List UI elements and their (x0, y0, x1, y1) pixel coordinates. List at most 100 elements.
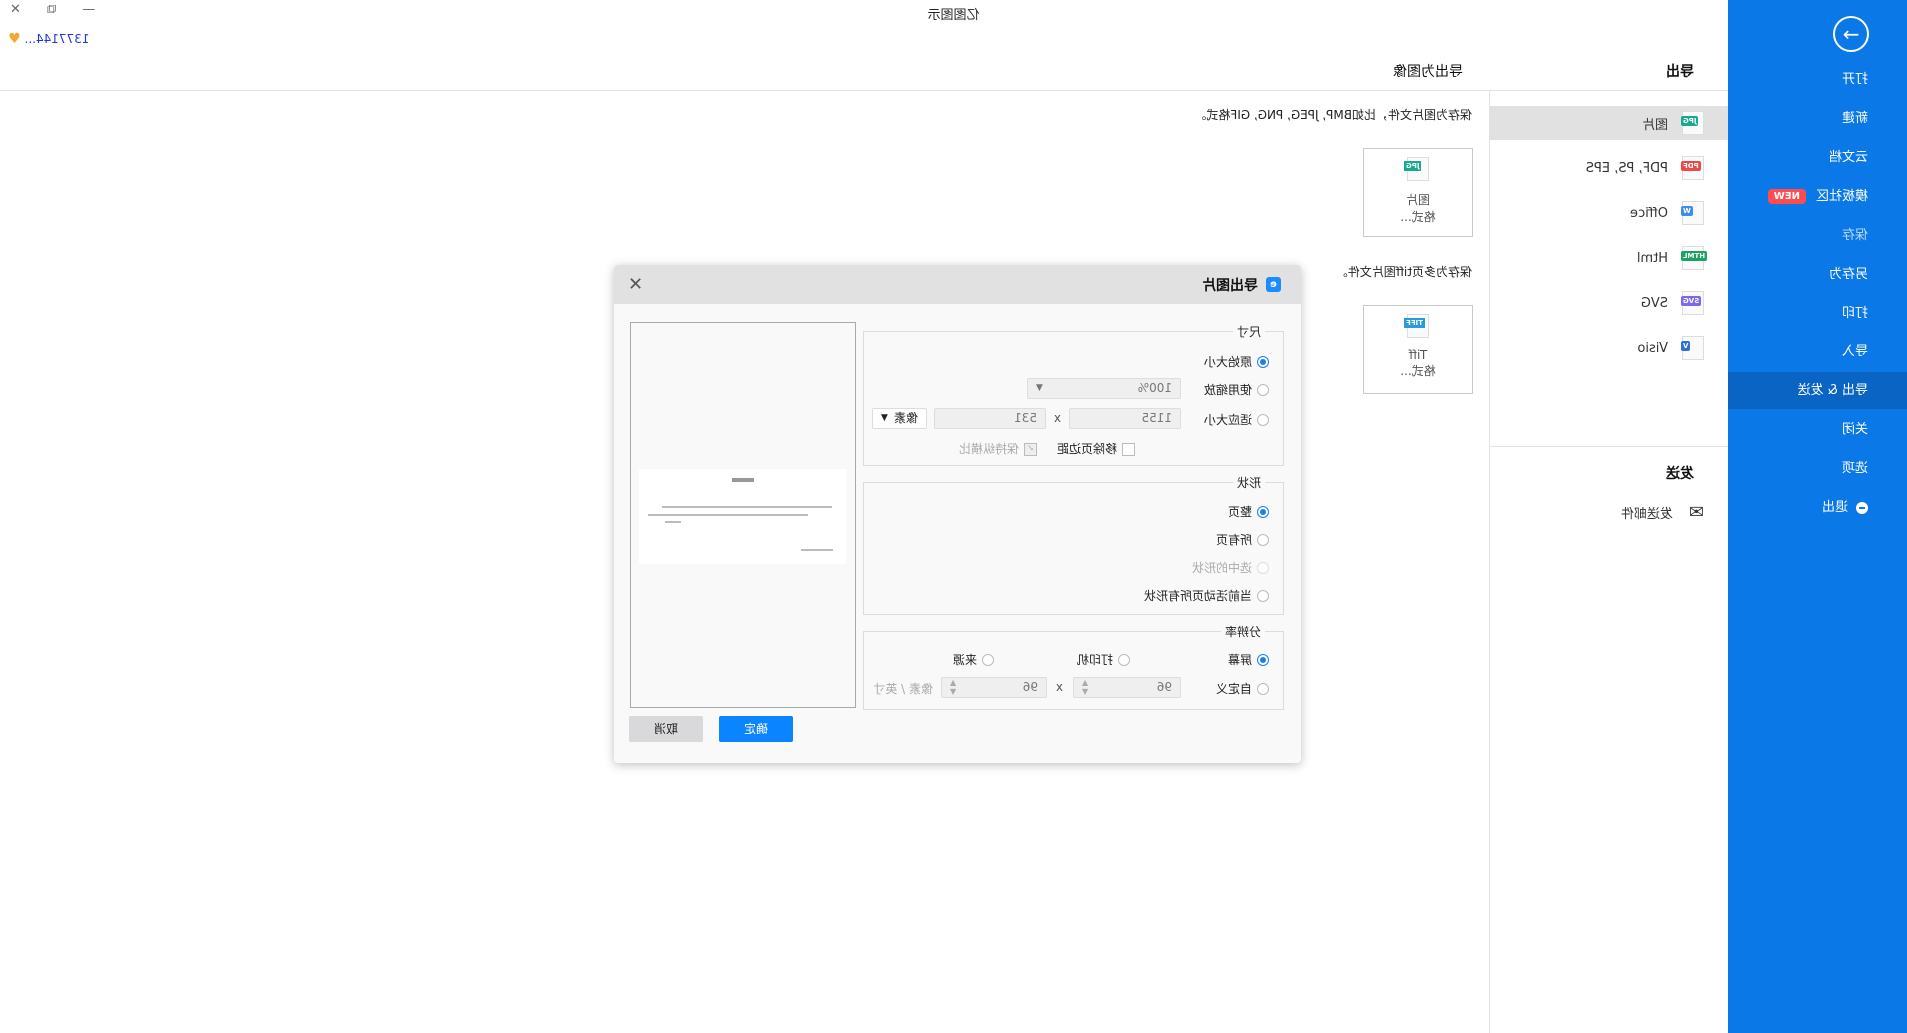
shape-group: 形状 整页 所有页 选中的形状 当前活动页所有形状 (863, 474, 1284, 615)
original-size-label: 原始大小 (1203, 355, 1252, 369)
preview-pane (630, 322, 856, 708)
source-radio[interactable] (982, 653, 994, 666)
times-label: x (1055, 680, 1063, 694)
remove-margin-checkbox[interactable] (1122, 443, 1135, 456)
printer-label: 打印机 (1076, 653, 1113, 667)
sidebar-item-import[interactable]: 导入 (1728, 333, 1907, 370)
user-name[interactable]: 1377144... (25, 32, 90, 46)
size-label: 尺寸 (1232, 323, 1265, 340)
dpi-y-stepper[interactable]: 96 ▲ ▼ (941, 677, 1047, 698)
sidebar-item-label: 打开 (1841, 72, 1868, 87)
card-sublabel: 格式... (1400, 364, 1436, 378)
sidebar-item-export-send[interactable]: 导出 & 发送 (1728, 372, 1907, 409)
sidebar-item-templates[interactable]: 模板社区 NEW (1728, 178, 1907, 215)
export-item-label: Html (1636, 250, 1668, 266)
export-item-svg[interactable]: SVG SVG (1489, 286, 1728, 320)
sidebar-item-label: 导入 (1841, 344, 1868, 359)
width-input[interactable]: 1155 (1069, 408, 1181, 429)
app-logo-icon: e (1266, 277, 1281, 292)
printer-radio[interactable] (1118, 653, 1130, 666)
send-email-item[interactable]: ✉ 发送邮件 (1489, 495, 1728, 529)
unit-select[interactable]: 像素 ▼ (872, 408, 927, 429)
sidebar-item-label: 关闭 (1841, 422, 1868, 437)
use-zoom-radio[interactable] (1257, 383, 1269, 396)
card-label: Tiff (1408, 348, 1428, 362)
sidebar-item-cloud[interactable]: 云文档 (1728, 139, 1907, 176)
restore-icon[interactable]: ⧉ (47, 2, 56, 17)
sidebar-item-label: 云文档 (1828, 150, 1868, 165)
sidebar-item-options[interactable]: 选项 (1728, 450, 1907, 487)
minimize-icon[interactable]: — (82, 2, 95, 17)
main-title: 导出为图像 (1393, 64, 1463, 80)
tiff-format-card[interactable]: TIFF Tiff 格式... (1363, 305, 1473, 394)
export-item-label: Office (1630, 205, 1668, 221)
export-item-label: PDF, PS, EPS (1585, 160, 1668, 176)
image-description: 保存为图片文件，比如BMP, JPEG, PNG, GIF格式。 (1194, 108, 1472, 122)
export-item-label: Visio (1637, 340, 1668, 356)
sidebar-item-label: 保存 (1841, 228, 1868, 243)
sidebar-item-close[interactable]: 关闭 (1728, 411, 1907, 448)
current-page-shapes-label: 当前活动页所有形状 (1143, 589, 1252, 603)
preview-page-thumbnail (639, 469, 846, 564)
fit-size-label: 适应大小 (1203, 413, 1252, 427)
whole-page-radio[interactable] (1257, 505, 1269, 518)
export-panel: JPG 图片 PDF PDF, PS, EPS W Office HTML Html S… (1489, 90, 1728, 1033)
height-input[interactable]: 531 (934, 408, 1046, 429)
image-format-card[interactable]: JPG 图片 格式... (1363, 148, 1473, 237)
export-item-html[interactable]: HTML Html (1489, 241, 1728, 275)
keep-ratio-label: 保持纵横比 (958, 442, 1019, 456)
export-item-image[interactable]: JPG 图片 (1489, 106, 1728, 140)
export-item-label: 图片 (1641, 117, 1668, 133)
pdf-file-icon: PDF (1681, 156, 1704, 180)
export-item-office[interactable]: W Office (1489, 196, 1728, 230)
export-item-pdf[interactable]: PDF PDF, PS, EPS (1489, 151, 1728, 185)
back-arrow-icon[interactable]: → (1833, 16, 1869, 52)
sidebar-item-save-as[interactable]: 另存为 (1728, 256, 1907, 293)
dpi-unit-label: 像素 / 英寸 (873, 682, 933, 696)
custom-label: 自定义 (1215, 682, 1252, 696)
times-label: x (1053, 411, 1061, 425)
dialog-header: e 导出图片 (614, 265, 1301, 304)
cancel-button[interactable]: 取消 (629, 716, 703, 742)
custom-radio[interactable] (1257, 682, 1269, 695)
html-file-icon: HTML (1681, 246, 1708, 270)
all-pages-radio[interactable] (1257, 533, 1269, 546)
exit-icon (1856, 501, 1868, 514)
export-item-label: SVG (1640, 295, 1668, 311)
size-group: 尺寸 原始大小 使用缩放 100% ▼ 适应大小 1155 x 531 像素 ▼ 移… (863, 323, 1284, 466)
shape-label: 形状 (1232, 474, 1265, 491)
selected-shapes-radio[interactable] (1257, 561, 1269, 574)
sidebar-item-label: 选项 (1841, 461, 1868, 476)
sidebar-item-label: 导出 & 发送 (1797, 383, 1868, 398)
original-size-radio[interactable] (1257, 355, 1269, 368)
export-item-visio[interactable]: V Visio (1489, 331, 1728, 365)
sidebar-item-label: 另存为 (1828, 267, 1868, 282)
sidebar-item-print[interactable]: 打印 (1728, 295, 1907, 332)
tiff-file-icon: TIFF (1404, 314, 1429, 338)
screen-radio[interactable] (1257, 653, 1269, 666)
sidebar-item-label: 退出 (1821, 500, 1848, 515)
mail-icon: ✉ (1688, 501, 1704, 523)
sidebar-item-new[interactable]: 新建 (1728, 100, 1907, 137)
current-page-shapes-radio[interactable] (1257, 589, 1269, 602)
tiff-description: 保存为多页tiff图片文件。 (1335, 265, 1472, 279)
send-heading: 发送 (1666, 466, 1694, 482)
new-badge: NEW (1767, 189, 1806, 204)
close-icon[interactable]: ✕ (628, 274, 643, 295)
fit-size-radio[interactable] (1257, 413, 1269, 426)
whole-page-label: 整页 (1227, 505, 1252, 519)
sidebar-item-save[interactable]: 保存 (1728, 217, 1907, 254)
card-label: 图片 (1406, 193, 1431, 207)
sidebar-item-exit[interactable]: 退出 (1728, 489, 1907, 526)
send-email-label: 发送邮件 (1620, 506, 1673, 522)
ok-button[interactable]: 确定 (719, 716, 793, 742)
resolution-group: 分辨率 屏幕 打印机 来源 自定义 96 ▲ ▼ x 96 ▲ ▼ 像素 / 英寸 (863, 623, 1284, 710)
close-icon[interactable]: ✕ (10, 2, 21, 17)
zoom-select[interactable]: 100% ▼ (1027, 378, 1181, 399)
screen-label: 屏幕 (1227, 653, 1252, 667)
dpi-x-stepper[interactable]: 96 ▲ ▼ (1073, 677, 1181, 698)
word-file-icon: W (1681, 201, 1704, 225)
keep-ratio-checkbox[interactable]: ✓ (1024, 443, 1037, 456)
remove-margin-label: 移除页边距 (1056, 442, 1117, 456)
sidebar-item-open[interactable]: 打开 (1728, 61, 1907, 98)
